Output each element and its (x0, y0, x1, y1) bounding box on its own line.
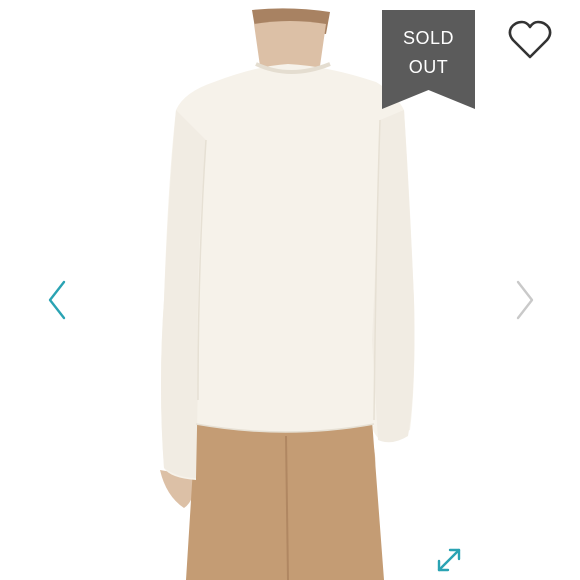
like-button[interactable] (506, 18, 554, 62)
product-photo (160, 8, 415, 580)
next-image-button[interactable] (510, 278, 540, 322)
heart-outline-icon (508, 20, 552, 59)
sold-out-line-2: OUT (408, 57, 449, 77)
sold-out-line-1: SOLD (402, 28, 455, 48)
pants (186, 420, 384, 580)
chevron-right-icon (516, 280, 534, 320)
product-photo-viewer: SOLD OUT (0, 0, 580, 580)
sold-out-badge: SOLD OUT (382, 10, 475, 109)
expand-image-button[interactable] (434, 545, 464, 575)
previous-image-button[interactable] (42, 278, 72, 322)
chevron-left-icon (48, 280, 66, 320)
expand-arrows-icon (437, 548, 461, 572)
sold-out-text: SOLD OUT (382, 24, 475, 82)
